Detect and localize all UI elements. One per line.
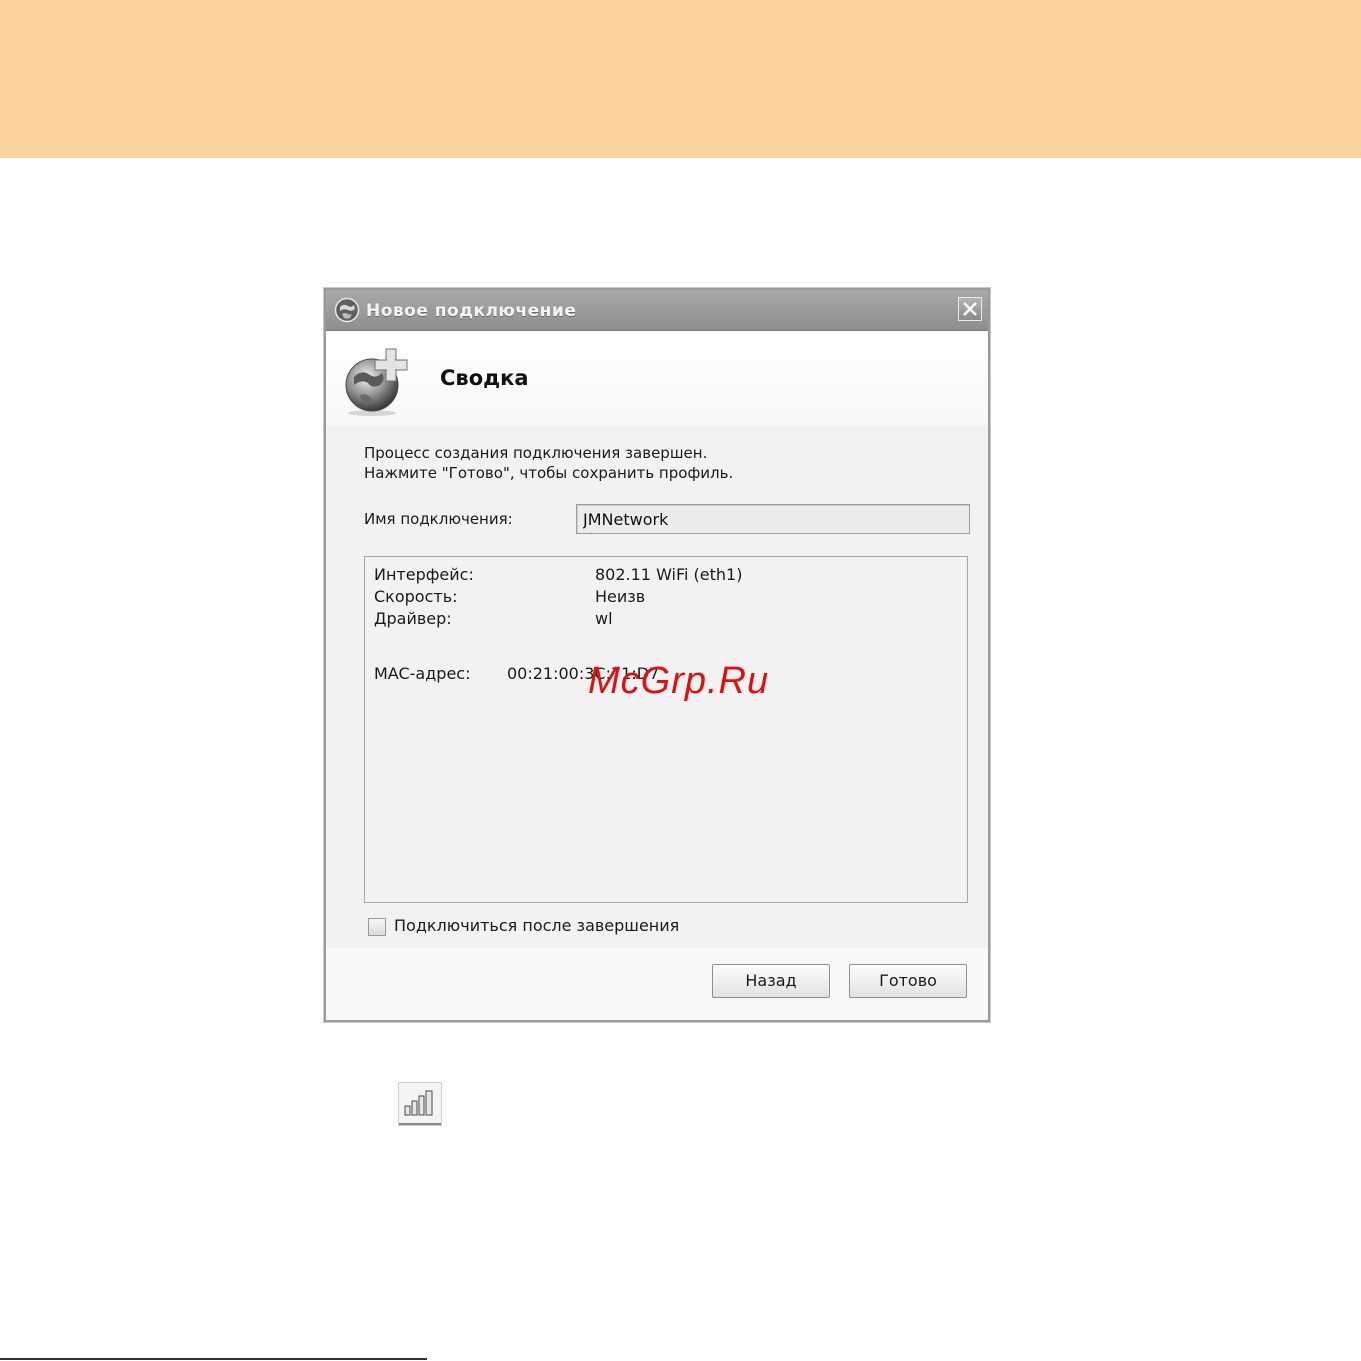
new-connection-dialog: Новое подключение Сводка Процесс создани…: [324, 288, 990, 1022]
driver-label: Драйвер:: [374, 609, 452, 628]
connection-name-input[interactable]: [576, 504, 970, 534]
close-icon: [963, 302, 977, 316]
header-area: Сводка: [326, 331, 988, 426]
interface-value: 802.11 WiFi (eth1): [595, 565, 743, 584]
speed-value: Неизв: [595, 587, 646, 606]
connect-after-label[interactable]: Подключиться после завершения: [394, 916, 679, 935]
description-line-2: Нажмите "Готово", чтобы сохранить профил…: [364, 464, 734, 482]
dialog-title: Новое подключение: [366, 301, 577, 321]
header-title: Сводка: [440, 366, 529, 390]
description-line-1: Процесс создания подключения завершен.: [364, 444, 708, 462]
back-button[interactable]: Назад: [712, 964, 830, 998]
top-banner: [0, 0, 1361, 158]
speed-label: Скорость:: [374, 587, 458, 606]
connection-name-label: Имя подключения:: [364, 510, 513, 528]
globe-add-icon: [345, 348, 408, 416]
mac-label: MAC-адрес:: [374, 664, 471, 683]
footer-rule: [0, 1358, 427, 1360]
done-button[interactable]: Готово: [849, 964, 967, 998]
button-bar: Назад Готово: [326, 948, 988, 1020]
watermark: McGrp.Ru: [588, 660, 770, 702]
connect-after-checkbox[interactable]: [368, 918, 386, 936]
driver-value: wl: [595, 609, 613, 628]
interface-label: Интерфейс:: [374, 565, 474, 584]
connection-info-box: Интерфейс: 802.11 WiFi (eth1) Скорость: …: [364, 556, 968, 903]
close-button[interactable]: [958, 297, 982, 321]
signal-strength-icon: [398, 1082, 442, 1126]
titlebar[interactable]: Новое подключение: [326, 290, 988, 331]
globe-icon: [334, 297, 360, 323]
